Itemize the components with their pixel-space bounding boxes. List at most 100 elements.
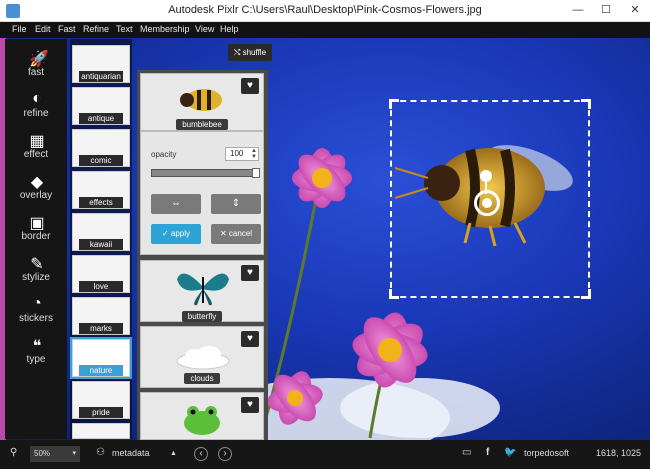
zoom-select[interactable]: 50% ▾ [30, 446, 80, 462]
info-icon[interactable]: ▭ [462, 447, 471, 458]
opacity-slider-fill [152, 170, 258, 176]
facebook-icon[interactable]: f [486, 447, 489, 458]
opacity-slider[interactable] [151, 168, 260, 178]
pack-effects[interactable]: effects [72, 171, 130, 209]
sticker-label: clouds [184, 373, 220, 384]
pack-antiquarian[interactable]: antiquarian [72, 45, 130, 83]
pack-label: effects [79, 197, 123, 208]
tool-label: stickers [19, 313, 53, 324]
flip-vertical-button[interactable]: ⇕ [211, 194, 261, 214]
tool-label: refine [23, 108, 49, 119]
menu-bar: File Edit Fast Refine Text Membership Vi… [0, 22, 650, 38]
pack-label: pride [79, 407, 123, 418]
opacity-slider-knob[interactable] [252, 168, 260, 178]
pack-kawaii[interactable]: kawaii [72, 213, 130, 251]
tool-stylize[interactable]: ✎ stylize [5, 250, 67, 291]
tool-refine[interactable]: ◐ refine [5, 86, 67, 127]
menu-help[interactable]: Help [220, 24, 239, 34]
flip-horizontal-button[interactable]: ⇔ [151, 194, 201, 214]
favorite-icon[interactable]: ♥ [241, 78, 259, 94]
pack-nature[interactable]: nature [70, 337, 132, 379]
pack-label: comic [79, 155, 123, 166]
expand-up-icon[interactable]: ▲ [170, 450, 177, 457]
sticker-icon: ◔ [32, 295, 42, 312]
menu-view[interactable]: View [195, 24, 214, 34]
tool-label: fast [27, 67, 45, 78]
window-title: Autodesk Pixlr C:\Users\Raul\Desktop\Pin… [168, 4, 482, 16]
resize-handle-bottom-left[interactable] [389, 289, 399, 299]
favorite-icon[interactable]: ♥ [241, 331, 259, 347]
rotate-handle[interactable] [480, 170, 492, 182]
quote-icon: ❝ [32, 338, 42, 355]
sticker-card-clouds[interactable]: ♥ clouds [140, 326, 264, 388]
maximize-button[interactable]: ☐ [592, 0, 620, 20]
spin-down-icon[interactable]: ▼ [251, 154, 257, 160]
menu-membership[interactable]: Membership [140, 24, 190, 34]
frog-thumbnail [184, 406, 220, 435]
previous-icon[interactable]: ‹ [194, 447, 208, 461]
sticker-card-bumblebee[interactable]: ♥ bumblebee [140, 73, 264, 131]
pack-pride[interactable]: pride [72, 381, 130, 419]
tool-border[interactable]: ▣ border [5, 209, 67, 250]
sticker-card-frog[interactable]: ♥ [140, 392, 264, 440]
pack-comic[interactable]: comic [72, 129, 130, 167]
search-icon[interactable]: ⚲ [10, 447, 17, 458]
favorite-icon[interactable]: ♥ [241, 265, 259, 281]
tool-type[interactable]: ❝ type [5, 332, 67, 373]
tool-stickers[interactable]: ◔ stickers [5, 291, 67, 332]
pack-antique[interactable]: antique [72, 87, 130, 125]
metadata-button[interactable]: metadata [112, 448, 150, 458]
pack-label: antiquarian [79, 71, 123, 82]
tool-overlay[interactable]: ◆ overlay [5, 168, 67, 209]
bumblebee-thumbnail [180, 89, 222, 111]
sticker-label: butterfly [181, 311, 223, 322]
tool-label: effect [23, 149, 49, 160]
layers-icon: ◆ [30, 174, 44, 191]
chevron-down-icon: ▾ [72, 450, 76, 457]
minimize-button[interactable]: — [564, 0, 592, 20]
resize-handle-bottom-right[interactable] [581, 289, 591, 299]
opacity-value: 100 [230, 149, 244, 158]
apply-button[interactable]: ✓ apply [151, 224, 201, 244]
cancel-button[interactable]: ✕ cancel [211, 224, 261, 244]
pack-label: kawaii [79, 239, 123, 250]
resize-handle-top-right[interactable] [581, 99, 591, 109]
tool-label: type [26, 354, 46, 365]
shuffle-button[interactable]: ⤭ shuffle [228, 44, 272, 61]
account-name[interactable]: torpedosoft [524, 448, 569, 458]
sticker-card-butterfly[interactable]: ♥ butterfly [140, 260, 264, 322]
rocket-icon: 🚀 [29, 51, 49, 68]
refine-icon: ◐ [32, 90, 42, 107]
pack-marks[interactable]: marks [72, 297, 130, 335]
tool-label: stylize [22, 272, 50, 283]
title-bar: Autodesk Pixlr C:\Users\Raul\Desktop\Pin… [0, 0, 650, 22]
brush-icon: ✎ [30, 256, 44, 273]
favorite-icon[interactable]: ♥ [241, 397, 259, 413]
twitter-icon[interactable]: 🐦 [504, 447, 516, 458]
menu-fast[interactable]: Fast [58, 24, 76, 34]
status-bar: ⚲ 50% ▾ ⚇ metadata ▲ ‹ › ▭ f 🐦 torpedoso… [0, 440, 650, 469]
tool-fast[interactable]: 🚀 fast [5, 45, 67, 86]
film-icon: ▦ [29, 133, 45, 150]
sticker-label: bumblebee [176, 119, 228, 130]
pack-label: antique [79, 113, 123, 124]
resize-handle-top-left[interactable] [389, 99, 399, 109]
next-icon[interactable]: › [218, 447, 232, 461]
menu-file[interactable]: File [12, 24, 27, 34]
pack-more[interactable] [72, 423, 130, 439]
pack-label: nature [79, 365, 123, 376]
close-button[interactable]: ✕ [620, 0, 650, 20]
menu-refine[interactable]: Refine [83, 24, 109, 34]
tool-effect[interactable]: ▦ effect [5, 127, 67, 168]
butterfly-thumbnail [177, 273, 229, 306]
move-handle[interactable] [474, 190, 500, 216]
menu-text[interactable]: Text [116, 24, 133, 34]
sticker-selection-box[interactable] [389, 99, 591, 299]
pack-love[interactable]: love [72, 255, 130, 293]
opacity-input[interactable]: 100 ▲ ▼ [225, 147, 259, 161]
sticker-settings: opacity 100 ▲ ▼ ⇔ ⇕ ✓ apply ✕ cancel [140, 131, 264, 255]
menu-edit[interactable]: Edit [35, 24, 51, 34]
tools-sidebar: 🚀 fast ◐ refine ▦ effect ◆ overlay ▣ bor… [5, 39, 67, 439]
pack-label: marks [79, 323, 123, 334]
cursor-coordinates: 1618, 1025 [596, 448, 642, 458]
